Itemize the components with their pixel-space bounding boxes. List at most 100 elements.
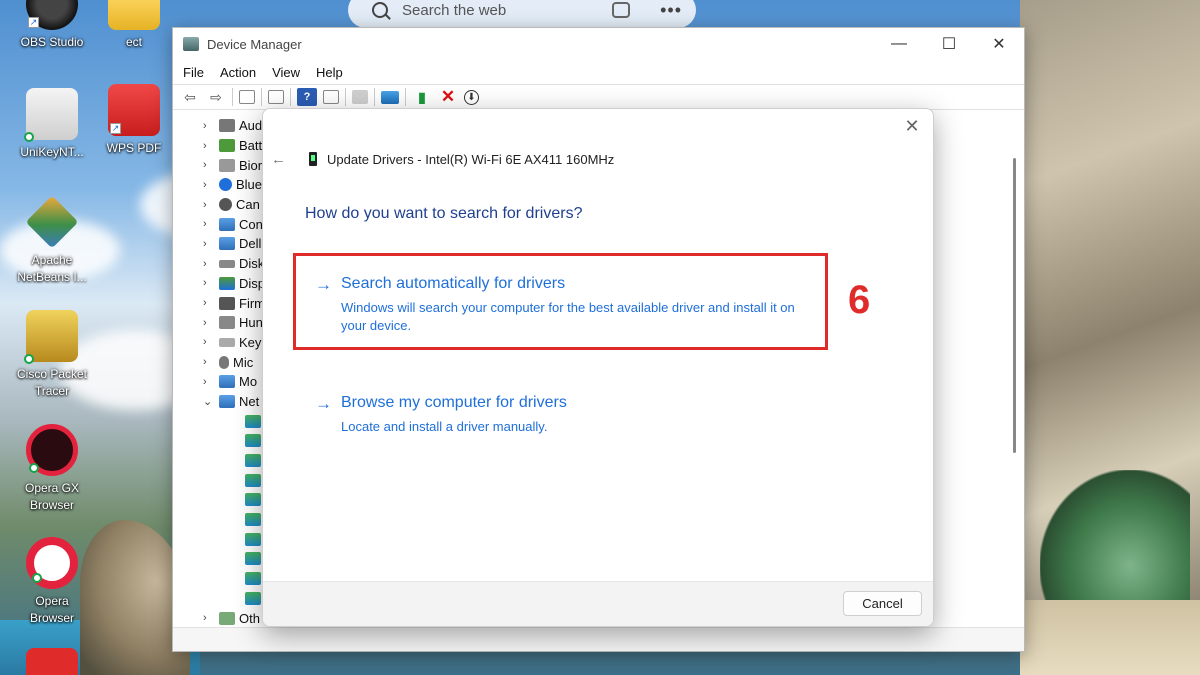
opera-icon	[26, 537, 78, 589]
tree-item-label: Disk	[239, 256, 265, 272]
tree-item-other-devices[interactable]: › Oth	[173, 608, 273, 628]
tree-item-label: Aud	[239, 118, 263, 134]
disable-device-icon[interactable]: ⬇	[464, 89, 479, 105]
back-arrow-icon[interactable]: ←	[271, 151, 291, 168]
display-adapter-icon	[219, 276, 235, 290]
desktop-icon-cisco-packet-tracer[interactable]: Cisco Packet Tracer	[12, 310, 92, 400]
tree-item-network-adapter-child[interactable]	[173, 569, 273, 589]
toolbar-divider	[232, 88, 233, 106]
option-title[interactable]: Browse my computer for drivers	[341, 394, 567, 412]
cancel-button[interactable]: Cancel	[843, 591, 922, 616]
tree-item-network-adapter-child[interactable]	[173, 490, 273, 510]
tree-item-audio[interactable]: › Aud	[173, 116, 273, 136]
tree-item-keyboards[interactable]: › Key	[173, 333, 273, 353]
dialog-close-button[interactable]: ✕	[901, 115, 923, 137]
network-adapter-icon	[245, 532, 261, 546]
tree-item-firmware[interactable]: › Firm	[173, 293, 273, 313]
chevron-right-icon[interactable]: ›	[203, 199, 215, 211]
close-button[interactable]: ✕	[974, 28, 1024, 60]
chevron-right-icon[interactable]: ›	[203, 120, 215, 132]
forward-arrow-icon[interactable]: ⇨	[206, 88, 226, 106]
tree-item-dell[interactable]: › Dell	[173, 234, 273, 254]
menu-file[interactable]: File	[175, 65, 212, 80]
chevron-right-icon[interactable]: ›	[203, 297, 215, 309]
chevron-right-icon[interactable]: ›	[203, 336, 215, 348]
desktop-icon-folder[interactable]: ect	[94, 0, 174, 51]
tree-item-batteries[interactable]: › Batt	[173, 136, 273, 156]
desktop-icon-unikey[interactable]: UniKeyNT...	[12, 88, 92, 161]
browse-computer-option[interactable]: → Browse my computer for drivers Locate …	[315, 394, 815, 434]
desktop-icon-wps-pdf[interactable]: ↗ WPS PDF	[94, 84, 174, 157]
tree-item-network-adapter-child[interactable]	[173, 510, 273, 530]
network-adapter-icon	[245, 513, 261, 527]
more-options-icon[interactable]: •••	[660, 0, 682, 21]
tree-item-label: Mic	[233, 354, 254, 370]
computer-icon	[219, 217, 235, 231]
mouse-icon	[219, 355, 229, 369]
chevron-right-icon[interactable]: ›	[203, 159, 215, 171]
print-icon[interactable]	[352, 90, 368, 104]
chevron-right-icon[interactable]: ›	[203, 238, 215, 250]
menu-view[interactable]: View	[264, 65, 308, 80]
tree-item-monitors[interactable]: › Mo	[173, 372, 273, 392]
vertical-scrollbar[interactable]	[1013, 158, 1016, 453]
network-adapter-icon	[245, 572, 261, 586]
tree-item-network-adapter-child[interactable]	[173, 411, 273, 431]
tree-item-network-adapter-child[interactable]	[173, 451, 273, 471]
dialog-header: ← Update Drivers - Intel(R) Wi-Fi 6E AX4…	[271, 149, 614, 169]
tree-item-network-adapters[interactable]: ⌄ Net	[173, 392, 273, 412]
chevron-right-icon[interactable]: ›	[203, 277, 215, 289]
option-description: Locate and install a driver manually.	[341, 419, 548, 434]
tree-item-computer[interactable]: › Con	[173, 214, 273, 234]
tree-item-network-adapter-child[interactable]	[173, 549, 273, 569]
keyboard-icon	[219, 337, 235, 347]
tree-item-cameras[interactable]: › Can	[173, 195, 273, 215]
bluetooth-icon	[219, 178, 232, 192]
desktop-icon-opera[interactable]: Opera Browser	[12, 537, 92, 627]
toolbar-divider	[405, 88, 406, 106]
chevron-right-icon[interactable]: ›	[203, 612, 215, 624]
desktop-icon-partial[interactable]	[12, 648, 92, 675]
update-driver-icon[interactable]: ▮	[412, 88, 432, 106]
menu-help[interactable]: Help	[308, 65, 351, 80]
show-hide-tree-icon[interactable]	[268, 90, 284, 104]
chevron-right-icon[interactable]: ›	[203, 258, 215, 270]
visual-search-icon[interactable]	[612, 2, 631, 18]
tree-item-network-adapter-child[interactable]	[173, 470, 273, 490]
desktop-icon-netbeans[interactable]: Apache NetBeans I...	[12, 195, 92, 286]
obs-studio-icon: ↗	[26, 0, 78, 30]
tree-item-biometric[interactable]: › Bior	[173, 155, 273, 175]
toolbar-divider	[261, 88, 262, 106]
chevron-right-icon[interactable]: ›	[203, 140, 215, 152]
audio-icon	[219, 119, 235, 133]
scan-hardware-icon[interactable]	[381, 90, 399, 104]
tree-item-network-adapter-child[interactable]	[173, 529, 273, 549]
uninstall-device-icon[interactable]: ✕	[438, 87, 458, 106]
desktop-icon-label: Apache NetBeans I...	[17, 253, 87, 284]
tree-item-disk-drives[interactable]: › Disk	[173, 254, 273, 274]
tree-item-network-adapter-child[interactable]	[173, 431, 273, 451]
back-arrow-icon[interactable]: ⇦	[180, 88, 200, 106]
chevron-right-icon[interactable]: ›	[203, 376, 215, 388]
chevron-right-icon[interactable]: ›	[203, 218, 215, 230]
help-icon[interactable]: ?	[297, 88, 317, 106]
minimize-button[interactable]: —	[874, 28, 924, 60]
tree-item-display-adapters[interactable]: › Disp	[173, 274, 273, 294]
chevron-right-icon[interactable]: ›	[203, 356, 215, 368]
properties-icon[interactable]	[239, 90, 255, 104]
desktop-icon-opera-gx[interactable]: Opera GX Browser	[12, 424, 92, 514]
menu-action[interactable]: Action	[212, 65, 264, 80]
desktop-icon-obs-studio[interactable]: ↗ OBS Studio	[12, 0, 92, 51]
chevron-down-icon[interactable]: ⌄	[203, 395, 215, 408]
maximize-button[interactable]: ☐	[924, 28, 974, 60]
web-search-bar[interactable]: Search the web •••	[348, 0, 696, 28]
tree-item-label: Bior	[239, 157, 263, 173]
chevron-right-icon[interactable]: ›	[203, 317, 215, 329]
chevron-right-icon[interactable]: ›	[203, 179, 215, 191]
details-icon[interactable]	[323, 90, 339, 104]
title-bar[interactable]: Device Manager — ☐ ✕	[173, 28, 1024, 60]
tree-item-bluetooth[interactable]: › Blue	[173, 175, 273, 195]
tree-item-mice[interactable]: › Mic	[173, 352, 273, 372]
tree-item-human-interface[interactable]: › Hun	[173, 313, 273, 333]
tree-item-network-adapter-child[interactable]	[173, 589, 273, 609]
